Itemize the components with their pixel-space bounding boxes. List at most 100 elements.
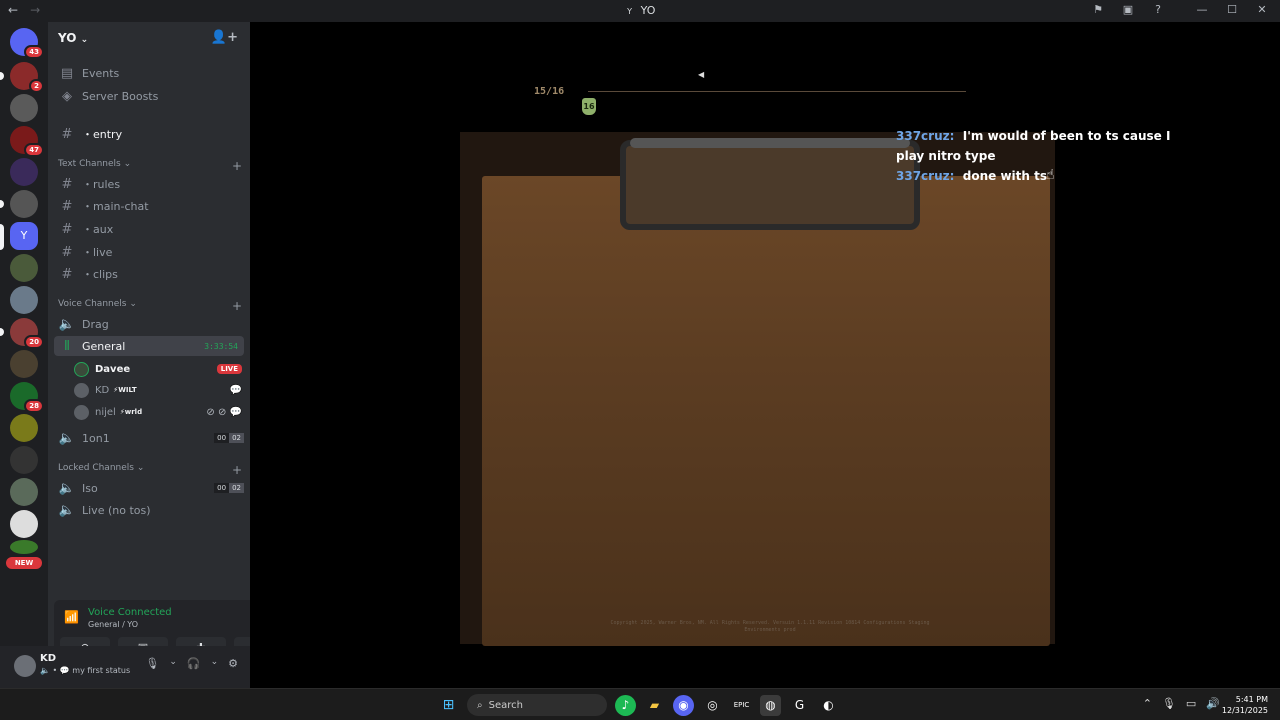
server-icon[interactable]: 20 [10, 318, 44, 349]
chevron-down-icon[interactable]: ⌄ [211, 657, 219, 670]
volume-icon[interactable]: 🔊 [1206, 697, 1220, 710]
server-icon[interactable] [10, 478, 38, 506]
g-hub-icon[interactable]: G [789, 695, 810, 716]
voice-channel-1on1[interactable]: 🔈 1on1 00 02 [54, 428, 244, 448]
stage-counter: 15/16 [534, 86, 565, 97]
server-icon[interactable]: 28 [10, 382, 44, 413]
sidebar-item-server-boosts[interactable]: ◈ Server Boosts [54, 86, 244, 106]
signal-icon[interactable]: 📶 [64, 610, 79, 624]
server-icon[interactable] [10, 190, 38, 218]
server-icon[interactable]: 2 [10, 62, 44, 93]
minimize-button[interactable]: — [1194, 3, 1210, 16]
unread-pill [0, 72, 4, 80]
game-copyright: Copyright 2025, Warner Bros, NM. All Rig… [610, 620, 930, 633]
custom-status[interactable]: 🔈 • 💬 my first status [40, 666, 130, 675]
new-badge[interactable]: NEW [6, 557, 42, 569]
microphone-icon[interactable]: 🎙 [1162, 697, 1176, 710]
windows-start-icon[interactable]: ⊞ [438, 695, 459, 716]
selected-pill [0, 224, 4, 250]
taskbar-search[interactable]: ⌕ Search [467, 694, 607, 716]
speaker-icon: 🔈 [58, 316, 76, 332]
chrome-icon[interactable]: ◍ [760, 694, 781, 716]
server-icon[interactable] [10, 254, 38, 282]
activity-icon: 💬 [229, 384, 242, 396]
add-channel-icon[interactable]: + [232, 159, 242, 173]
voice-location[interactable]: General / YO [88, 620, 138, 629]
server-icon[interactable] [10, 446, 38, 474]
voice-user-nijel[interactable]: nijel ⚡wrld ⊘ ⊘ 💬 [74, 402, 242, 422]
gear-icon[interactable]: ⚙ [228, 657, 238, 670]
voice-user-davee[interactable]: Davee LIVE [74, 359, 242, 379]
unread-badge: 47 [24, 143, 44, 157]
search-icon: ⌕ [477, 699, 483, 711]
server-icon-yo[interactable]: Y [10, 222, 38, 250]
guild-tag: ⚡WILT [113, 386, 137, 394]
channel-live[interactable]: # ・live [54, 242, 244, 262]
hashtag-icon: # [61, 198, 73, 214]
hand-cursor-icon: ☝ [1046, 167, 1055, 183]
category-voice-channels[interactable]: Voice Channels ⌄ + [58, 299, 242, 313]
file-explorer-icon[interactable]: ▰ [644, 695, 665, 716]
channel-main-chat[interactable]: # ・main-chat [54, 196, 244, 216]
hashtag-icon: # [61, 266, 73, 282]
stream-chat-overlay: 337cruz: I'm would of been to ts cause I… [896, 126, 1186, 186]
calendar-icon: ▤ [60, 65, 74, 81]
direct-messages-icon[interactable]: 43 [10, 28, 44, 59]
voice-channel-live-no-tos[interactable]: 🔈 Live (no tos) [54, 500, 244, 520]
server-glyph-icon: Y [627, 7, 633, 16]
microphone-icon[interactable]: 🎙 [145, 657, 159, 670]
server-icon[interactable] [10, 414, 38, 442]
voice-timer: 3:33:54 [204, 341, 238, 351]
voice-channel-iso[interactable]: 🔈 Iso 00 02 [54, 478, 244, 498]
maximize-button[interactable]: ☐ [1224, 3, 1240, 16]
stream-view[interactable]: Copyright 2025, Warner Bros, NM. All Rig… [250, 22, 1280, 688]
voice-channel-drag[interactable]: 🔈 Drag [54, 314, 244, 334]
spotify-icon[interactable]: ♪ [615, 694, 636, 716]
category-text-channels[interactable]: Text Channels ⌄ + [58, 159, 242, 173]
network-icon[interactable]: ▭ [1186, 697, 1196, 710]
clock[interactable]: 5:41 PM 12/31/2025 [1222, 694, 1268, 716]
epic-games-icon[interactable]: EPIC [731, 695, 752, 716]
server-icon[interactable] [10, 286, 38, 314]
speaker-icon: 🔈 [58, 430, 76, 446]
progress-track [588, 91, 966, 92]
category-locked-channels[interactable]: Locked Channels ⌄ + [58, 463, 242, 477]
chevron-down-icon[interactable]: ⌄ [169, 657, 177, 670]
help-icon[interactable]: ? [1150, 3, 1166, 16]
chevron-down-icon: ⌄ [80, 35, 89, 45]
app-icon[interactable]: ◎ [702, 695, 723, 716]
channel-entry[interactable]: # ・entry [54, 124, 244, 144]
headphones-icon[interactable]: 🎧 [187, 657, 201, 670]
channel-aux[interactable]: # ・aux [54, 219, 244, 239]
avatar[interactable] [14, 655, 36, 677]
server-icon[interactable] [10, 510, 38, 538]
server-icon[interactable] [10, 94, 38, 122]
inbox-icon[interactable]: ▣ [1120, 3, 1136, 16]
add-channel-icon[interactable]: + [232, 299, 242, 313]
guild-header[interactable]: YO ⌄ 👤+ [48, 22, 250, 54]
hashtag-icon: # [61, 126, 73, 142]
chat-message: 337cruz: I'm would of been to ts cause I… [896, 129, 1171, 163]
sidebar-item-events[interactable]: ▤ Events [54, 63, 244, 83]
close-button[interactable]: ✕ [1254, 3, 1270, 16]
voice-channel-general[interactable]: ⦀ General 3:33:54 [54, 336, 244, 356]
voice-status[interactable]: Voice Connected [88, 607, 172, 618]
steam-icon[interactable]: ◐ [818, 695, 839, 716]
clipboard-board [482, 176, 1050, 646]
guild-name: YO [58, 31, 77, 45]
server-icon[interactable]: 47 [10, 126, 44, 157]
channel-clips[interactable]: # ・clips [54, 264, 244, 284]
chevron-up-icon[interactable]: ⌃ [1143, 697, 1152, 710]
chat-message: 337cruz: done with ts [896, 169, 1047, 183]
voice-user-kd[interactable]: KD ⚡WILT 💬 [74, 380, 242, 400]
server-icon[interactable] [10, 540, 38, 554]
server-icon[interactable] [10, 158, 38, 186]
progress-pointer-icon: ◀ [698, 70, 705, 79]
add-channel-icon[interactable]: + [232, 463, 242, 477]
server-icon[interactable] [10, 350, 38, 378]
flag-icon[interactable]: ⚑ [1090, 3, 1106, 16]
discord-icon[interactable]: ◉ [673, 694, 694, 716]
username[interactable]: KD [40, 653, 56, 664]
invite-people-icon[interactable]: 👤+ [211, 30, 238, 45]
channel-rules[interactable]: # ・rules [54, 174, 244, 194]
